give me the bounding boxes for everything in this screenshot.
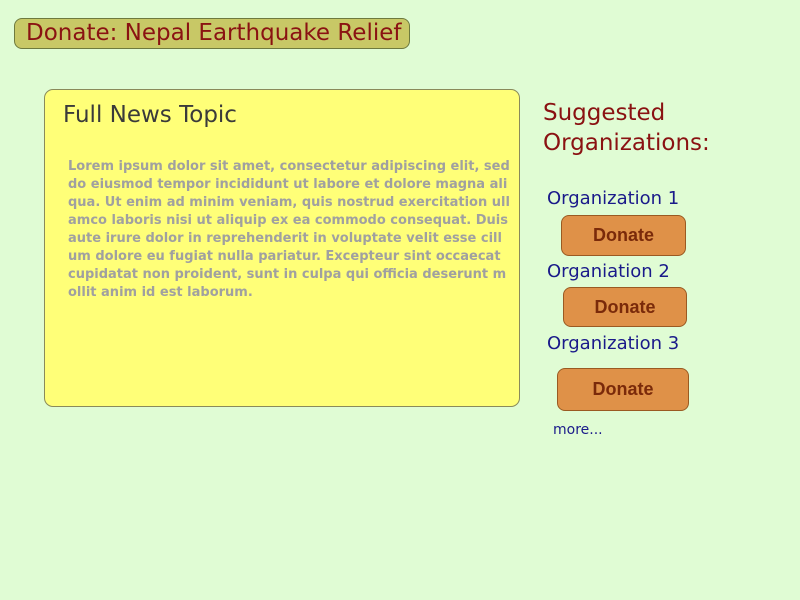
donate-button-organization-1[interactable]: Donate — [561, 215, 686, 256]
organization-3-name: Organization 3 — [547, 333, 680, 354]
page-title: Donate: Nepal Earthquake Relief — [14, 18, 410, 49]
news-title: Full News Topic — [63, 102, 237, 128]
organization-2-name: Organiation 2 — [547, 261, 670, 282]
more-organizations-link[interactable]: more... — [553, 422, 603, 438]
donate-button-organization-3[interactable]: Donate — [557, 368, 689, 411]
suggested-organizations-heading: Suggested Organizations: — [543, 100, 710, 156]
news-card: Full News Topic Lorem ipsum dolor sit am… — [44, 89, 520, 407]
organization-1-name: Organization 1 — [547, 188, 680, 209]
news-body: Lorem ipsum dolor sit amet, consectetur … — [68, 159, 510, 300]
donate-button-organization-2[interactable]: Donate — [563, 287, 687, 327]
